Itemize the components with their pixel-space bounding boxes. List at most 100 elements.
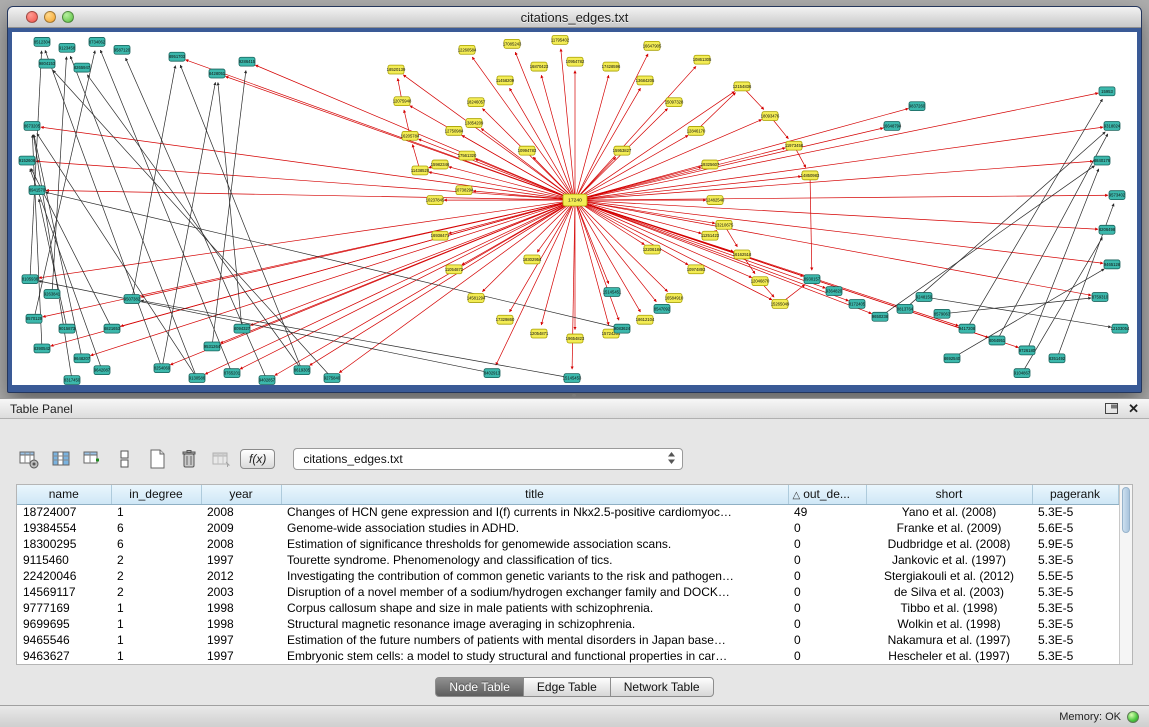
graph-node[interactable]: 17085243 [503,39,522,48]
graph-node[interactable]: 8759310 [1092,293,1109,302]
table-cell[interactable]: 1998 [201,616,281,632]
new-table-icon[interactable] [144,446,170,472]
table-cell[interactable]: 1997 [201,552,281,568]
table-cell[interactable]: 2008 [201,504,281,520]
show-columns-icon[interactable] [48,446,74,472]
table-cell[interactable]: 0 [788,536,866,552]
column-header-out_de[interactable]: △out_de... [788,485,866,504]
table-cell[interactable]: Dudbridge et al. (2008) [866,536,1032,552]
table-cell[interactable]: 9115460 [17,552,111,568]
graph-node[interactable]: 8317450 [64,376,81,385]
graph-node[interactable]: 12075948 [393,97,412,106]
graph-node[interactable]: 8172405 [849,299,866,308]
graph-node[interactable]: 9650238 [872,312,889,321]
table-cell[interactable]: 0 [788,568,866,584]
graph-node[interactable]: 16870423 [530,62,549,71]
table-row[interactable]: 1872400712008Changes of HCN gene express… [17,504,1118,520]
graph-node[interactable]: 8265947 [74,63,91,72]
graph-node[interactable]: 8547092 [654,304,671,313]
graph-node[interactable]: 9275840 [324,374,341,383]
graph-node[interactable]: 12206184 [643,245,662,254]
graph-node[interactable]: 9263841 [44,290,61,299]
table-row[interactable]: 977716911998Corpus callosum shape and si… [17,600,1118,616]
table-cell[interactable]: 22420046 [17,568,111,584]
table-cell[interactable]: 2003 [201,584,281,600]
graph-node[interactable]: 9083624 [614,324,631,333]
table-cell[interactable]: 2 [111,584,201,600]
graph-node[interactable]: 9804153 [39,59,56,68]
table-row[interactable]: 946554611997Estimation of the future num… [17,632,1118,648]
graph-node[interactable]: 8692540 [944,354,961,363]
table-cell[interactable]: 18724007 [17,504,111,520]
graph-node[interactable]: 9587120 [114,45,131,54]
graph-node[interactable]: 9417208 [959,324,976,333]
graph-node[interactable]: 11458209 [496,76,515,85]
table-cell[interactable]: 5.9E-5 [1032,536,1118,552]
column-header-short[interactable]: short [866,485,1032,504]
table-cell[interactable]: Structural magnetic resonance image aver… [281,616,788,632]
table-cell[interactable]: 0 [788,552,866,568]
table-cell[interactable]: 2009 [201,520,281,536]
graph-node[interactable]: 12846170 [687,126,706,135]
table-cell[interactable]: 18300295 [17,536,111,552]
graph-node[interactable]: 9726180 [1019,346,1036,355]
table-cell[interactable]: 14569117 [17,584,111,600]
graph-node[interactable]: 12482540 [706,196,725,205]
table-cell[interactable]: 5.3E-5 [1032,616,1118,632]
graph-node[interactable]: 16162518 [733,250,752,259]
graph-node[interactable]: 9123458 [59,43,76,52]
graph-node[interactable]: 8840176 [1094,156,1111,165]
table-cell[interactable]: 1 [111,632,201,648]
table-cell[interactable]: 19384554 [17,520,111,536]
graph-node[interactable]: 8512304 [34,37,51,46]
table-cell[interactable]: 5.5E-5 [1032,568,1118,584]
table-cell[interactable]: 2 [111,552,201,568]
table-row[interactable]: 969969511998Structural magnetic resonanc… [17,616,1118,632]
table-cell[interactable]: 6 [111,536,201,552]
delete-table-icon[interactable] [176,446,202,472]
graph-node[interactable]: 8254069 [154,364,171,373]
graph-node[interactable]: 12046870 [751,277,770,286]
graph-node[interactable]: 18302954 [523,255,542,264]
graph-node[interactable]: 10994783 [518,146,537,155]
graph-node[interactable]: 14850983 [801,171,820,180]
window-titlebar[interactable]: citations_edges.txt [8,7,1141,28]
graph-node[interactable]: 8570129 [26,314,43,323]
table-cell[interactable]: Corpus callosum shape and size in male p… [281,600,788,616]
graph-node[interactable]: 11973458 [785,141,804,150]
table-cell[interactable]: 1997 [201,632,281,648]
table-mode-icon[interactable] [16,446,42,472]
graph-node[interactable]: 8402913 [484,369,501,378]
float-panel-icon[interactable] [1105,403,1118,414]
table-cell[interactable]: Estimation of significance thresholds fo… [281,536,788,552]
graph-node[interactable]: 9642087 [94,366,111,375]
graph-node[interactable]: 17329860 [496,315,515,324]
graph-node[interactable]: 9837260 [909,102,926,111]
graph-node[interactable]: 12054871 [530,329,549,338]
graph-node[interactable]: 11054872 [445,265,464,274]
graph-node[interactable]: 13684205 [636,76,655,85]
table-scrollbar[interactable] [1119,485,1133,664]
table-cell[interactable]: 5.3E-5 [1032,584,1118,600]
table-cell[interactable]: Jankovic et al. (1997) [866,552,1032,568]
graph-node[interactable]: 19654823 [566,334,585,343]
table-cell[interactable]: 0 [788,520,866,536]
graph-node[interactable]: 8390542 [34,344,51,353]
graph-node[interactable]: 9531264 [204,342,221,351]
table-cell[interactable]: 1 [111,504,201,520]
table-cell[interactable]: 1 [111,616,201,632]
graph-node[interactable]: 8734062 [89,37,106,46]
graph-node[interactable]: 14581294 [467,294,486,303]
graph-node[interactable]: 10861305 [693,55,712,64]
graph-node[interactable]: 15145453 [563,374,582,383]
table-cell[interactable]: 5.3E-5 [1032,504,1118,520]
graph-node[interactable]: 9402857 [259,376,276,385]
table-cell[interactable]: 1997 [201,648,281,664]
graph-node[interactable]: 8619305 [294,366,311,375]
graph-node[interactable]: 8765201 [224,369,241,378]
graph-node[interactable]: 9318024 [1104,121,1121,130]
table-cell[interactable]: 1 [111,648,201,664]
graph-node[interactable]: 8064951 [989,336,1006,345]
graph-node[interactable]: 8930157 [804,275,821,284]
table-cell[interactable]: Embryonic stem cells: a model to study s… [281,648,788,664]
